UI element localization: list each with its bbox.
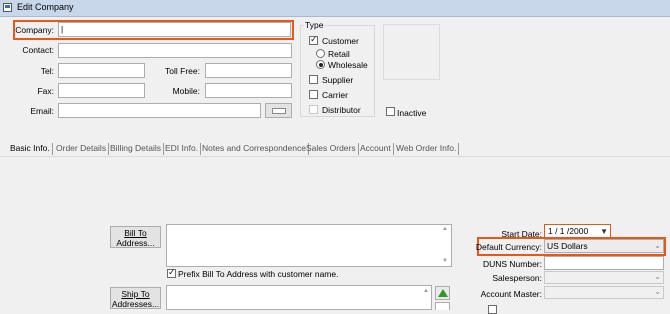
chevron-down-icon: ⌄ bbox=[654, 272, 661, 281]
window-icon bbox=[3, 3, 12, 12]
duns-number-input[interactable] bbox=[544, 256, 664, 270]
logo-image-box[interactable] bbox=[383, 24, 440, 80]
default-currency-label: Default Currency: bbox=[475, 242, 542, 252]
distributor-label: Distributor bbox=[322, 105, 361, 115]
company-label: Company: bbox=[15, 25, 54, 35]
retail-radio[interactable] bbox=[316, 49, 325, 58]
carrier-label: Carrier bbox=[322, 90, 348, 100]
type-group-title: Type bbox=[304, 20, 325, 30]
bill-to-address-button[interactable]: Bill To Address... bbox=[110, 226, 161, 248]
prefix-bill-to-checkbox[interactable] bbox=[167, 267, 176, 278]
title-bar: Edit Company bbox=[0, 0, 670, 17]
wholesale-label: Wholesale bbox=[328, 60, 368, 70]
tab-edi-info[interactable]: EDI Info. bbox=[165, 143, 202, 155]
chevron-down-icon: ⌄ bbox=[654, 241, 661, 250]
chevron-down-icon: ⌄ bbox=[654, 287, 661, 296]
account-master-label: Account Master: bbox=[480, 289, 542, 299]
default-currency-select[interactable]: US Dollars ⌄ bbox=[544, 239, 664, 253]
tab-billing-details[interactable]: Billing Details bbox=[110, 143, 165, 155]
email-input[interactable] bbox=[58, 103, 261, 118]
add-ship-to-button[interactable] bbox=[435, 286, 450, 300]
tel-input[interactable] bbox=[58, 63, 145, 78]
customer-checkbox[interactable] bbox=[309, 34, 318, 45]
duns-number-label: DUNS Number: bbox=[482, 259, 542, 269]
salesperson-label: Salesperson: bbox=[492, 273, 542, 283]
tab-divider bbox=[0, 156, 670, 157]
ship-to-side-box bbox=[435, 302, 450, 310]
tab-basic-info[interactable]: Basic Info. bbox=[10, 143, 53, 155]
prefix-bill-to-label: Prefix Bill To Address with customer nam… bbox=[178, 269, 339, 279]
tel-label: Tel: bbox=[40, 66, 54, 76]
ship-to-scroll-up-icon[interactable]: ▲ bbox=[423, 288, 429, 294]
start-date-value: 1 / 1 /2000 bbox=[548, 226, 589, 236]
tab-sales-orders[interactable]: Sales Orders bbox=[306, 143, 359, 155]
supplier-checkbox[interactable] bbox=[309, 75, 318, 84]
account-master-select[interactable]: ⌄ bbox=[544, 286, 664, 299]
fax-input[interactable] bbox=[58, 83, 145, 98]
email-label: Email: bbox=[30, 106, 54, 116]
tab-order-details[interactable]: Order Details bbox=[56, 143, 110, 155]
email-send-button[interactable] bbox=[265, 103, 292, 118]
chevron-down-icon: ▼ bbox=[600, 227, 608, 236]
up-arrow-icon bbox=[438, 289, 448, 297]
ship-to-button-line2: Addresses... bbox=[111, 299, 160, 309]
window-title: Edit Company bbox=[17, 2, 74, 12]
ship-to-button-line1: Ship To bbox=[121, 289, 150, 299]
bill-to-button-line1: Bill To bbox=[124, 228, 147, 238]
distributor-checkbox[interactable] bbox=[309, 105, 318, 114]
tab-account[interactable]: Account bbox=[360, 143, 394, 155]
fax-label: Fax: bbox=[37, 86, 54, 96]
email-icon bbox=[272, 108, 286, 114]
bill-to-address-textarea[interactable] bbox=[166, 224, 452, 267]
bill-to-button-line2: Address... bbox=[116, 238, 155, 248]
wholesale-radio[interactable] bbox=[316, 60, 325, 69]
mobile-input[interactable] bbox=[205, 83, 292, 98]
toll-free-label: Toll Free: bbox=[165, 66, 200, 76]
toll-free-input[interactable] bbox=[205, 63, 292, 78]
tab-web-order-info[interactable]: Web Order Info. bbox=[396, 143, 460, 155]
retail-label: Retail bbox=[328, 49, 350, 59]
ship-to-addresses-button[interactable]: Ship To Addresses... bbox=[110, 287, 161, 309]
contact-label: Contact: bbox=[22, 45, 54, 55]
supplier-label: Supplier bbox=[322, 75, 354, 85]
default-currency-value: US Dollars bbox=[547, 241, 588, 251]
inactive-label: Inactive bbox=[397, 108, 427, 118]
company-input[interactable]: | bbox=[58, 22, 291, 37]
salesperson-select[interactable]: ⌄ bbox=[544, 271, 664, 284]
customer-label: Customer bbox=[322, 36, 359, 46]
bill-to-scroll-down-icon[interactable]: ▼ bbox=[442, 258, 448, 264]
mobile-label: Mobile: bbox=[172, 86, 200, 96]
carrier-checkbox[interactable] bbox=[309, 90, 318, 99]
contact-input[interactable] bbox=[58, 43, 292, 58]
inactive-checkbox[interactable] bbox=[386, 107, 395, 116]
tab-notes-correspondence[interactable]: Notes and Correspondence bbox=[202, 143, 309, 155]
ship-to-addresses-list[interactable] bbox=[166, 285, 432, 310]
bill-to-scroll-up-icon[interactable]: ▲ bbox=[442, 226, 448, 232]
